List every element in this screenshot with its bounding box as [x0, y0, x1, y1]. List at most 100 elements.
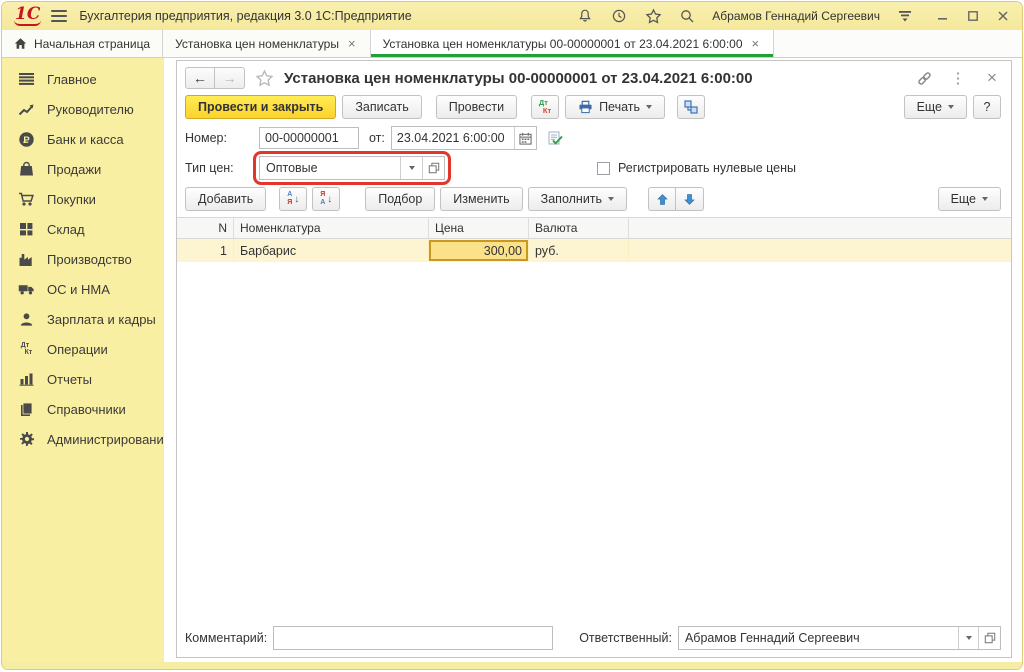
sidebar-item-fixed-assets[interactable]: ОС и НМА — [2, 274, 164, 304]
section-sidebar: Главное Руководителю Р Банк и касса Прод… — [2, 58, 164, 662]
document-posted-icon — [547, 131, 563, 146]
1c-logo-icon: 1С — [14, 6, 41, 26]
sidebar-item-administration[interactable]: Администрирование — [2, 424, 164, 454]
shopping-bag-icon — [18, 161, 35, 178]
history-clock-icon[interactable] — [610, 7, 628, 25]
open-value-icon[interactable] — [422, 157, 444, 179]
favorite-star-icon[interactable] — [255, 69, 274, 88]
sidebar-item-main[interactable]: Главное — [2, 64, 164, 94]
date-input[interactable] — [392, 127, 514, 149]
write-button[interactable]: Записать — [342, 95, 421, 119]
add-row-button[interactable]: Добавить — [185, 187, 266, 211]
factory-icon — [18, 251, 35, 268]
table-empty-area[interactable] — [177, 262, 1011, 622]
cell-currency[interactable]: руб. — [529, 239, 629, 262]
selected-price-cell[interactable]: 300,00 — [429, 240, 528, 261]
sort-descending-button[interactable]: ЯА↓ — [312, 187, 340, 211]
move-up-button[interactable] — [648, 187, 676, 211]
notifications-bell-icon[interactable] — [576, 7, 594, 25]
sidebar-item-salary-hr[interactable]: Зарплата и кадры — [2, 304, 164, 334]
minimize-button[interactable] — [936, 9, 950, 23]
service-settings-icon[interactable] — [896, 7, 914, 25]
post-button[interactable]: Провести — [436, 95, 517, 119]
get-link-icon[interactable] — [915, 69, 933, 87]
dropdown-caret-icon — [646, 105, 652, 109]
forward-button[interactable]: → — [215, 67, 245, 89]
register-zero-prices-label: Регистрировать нулевые цены — [618, 161, 796, 175]
comment-input[interactable] — [273, 626, 553, 650]
print-button[interactable]: Печать — [565, 95, 665, 119]
fill-button[interactable]: Заполнить — [528, 187, 627, 211]
search-icon[interactable] — [678, 7, 696, 25]
printer-icon — [578, 100, 593, 114]
cell-price[interactable]: 300,00 — [429, 239, 529, 262]
register-zero-prices-checkbox[interactable] — [597, 162, 610, 175]
document-structure-button[interactable] — [677, 95, 705, 119]
favorites-star-icon[interactable] — [644, 7, 662, 25]
sidebar-item-operations[interactable]: Дт Кт Операции — [2, 334, 164, 364]
number-input[interactable] — [259, 127, 359, 149]
close-document-icon[interactable]: × — [983, 69, 1001, 87]
back-button[interactable]: ← — [185, 67, 215, 89]
sort-ascending-button[interactable]: АЯ↓ — [279, 187, 307, 211]
truck-icon — [18, 281, 35, 298]
list-more-button[interactable]: Еще — [938, 187, 1001, 211]
sidebar-item-directories[interactable]: Справочники — [2, 394, 164, 424]
sidebar-item-reports[interactable]: Отчеты — [2, 364, 164, 394]
window-bottom-frame — [2, 662, 1022, 669]
tab-close-icon[interactable]: × — [750, 36, 762, 51]
sidebar-item-warehouse[interactable]: Склад — [2, 214, 164, 244]
more-menu-dots-icon[interactable]: ⋮ — [949, 69, 967, 87]
cell-nomenclature[interactable]: Барбарис — [234, 239, 429, 262]
maximize-button[interactable] — [966, 9, 980, 23]
tab-price-setting-document[interactable]: Установка цен номенклатуры 00-00000001 о… — [371, 30, 775, 57]
sidebar-item-label: Справочники — [47, 402, 126, 417]
move-down-button[interactable] — [676, 187, 704, 211]
tab-close-icon[interactable]: × — [346, 36, 358, 51]
calendar-icon[interactable] — [514, 127, 536, 149]
table-row[interactable]: 1 Барбарис 300,00 руб. — [177, 239, 1011, 262]
cell-row-number[interactable]: 1 — [177, 239, 234, 262]
sidebar-item-purchases[interactable]: Покупки — [2, 184, 164, 214]
main-area: ← → Установка цен номенклатуры 00-000000… — [164, 58, 1022, 662]
ruble-circle-icon: Р — [18, 131, 35, 148]
application-window: 1С Бухгалтерия предприятия, редакция 3.0… — [1, 1, 1023, 670]
trend-chart-icon — [18, 101, 35, 118]
form-more-button[interactable]: Еще — [904, 95, 967, 119]
post-and-close-button[interactable]: Провести и закрыть — [185, 95, 336, 119]
date-label: от: — [369, 131, 385, 145]
table-header-row: N Номенклатура Цена Валюта — [177, 217, 1011, 239]
sidebar-item-production[interactable]: Производство — [2, 244, 164, 274]
pick-button[interactable]: Подбор — [365, 187, 435, 211]
tab-label: Начальная страница — [34, 37, 150, 51]
sidebar-item-bank-cash[interactable]: Р Банк и касса — [2, 124, 164, 154]
dtkt-postings-button[interactable]: Дт Кт — [531, 95, 559, 119]
column-header-price[interactable]: Цена — [429, 218, 529, 238]
price-type-combo[interactable]: Оптовые — [260, 157, 400, 179]
tab-label: Установка цен номенклатуры — [175, 37, 339, 51]
sidebar-item-label: Операции — [47, 342, 108, 357]
combo-dropdown-icon[interactable] — [958, 627, 978, 649]
main-menu-icon[interactable] — [51, 10, 67, 22]
tab-home[interactable]: Начальная страница — [2, 30, 163, 57]
bar-chart-icon — [18, 371, 35, 388]
open-value-icon[interactable] — [978, 627, 1000, 649]
dropdown-caret-icon — [948, 105, 954, 109]
comment-label: Комментарий: — [185, 631, 267, 645]
current-user-name[interactable]: Абрамов Геннадий Сергеевич — [712, 9, 880, 23]
combo-dropdown-icon[interactable] — [400, 157, 422, 179]
column-header-nomenclature[interactable]: Номенклатура — [234, 218, 429, 238]
help-button[interactable]: ? — [973, 95, 1001, 119]
column-header-n[interactable]: N — [177, 218, 234, 238]
sidebar-item-label: Продажи — [47, 162, 101, 177]
edit-button[interactable]: Изменить — [440, 187, 522, 211]
sidebar-item-label: Склад — [47, 222, 85, 237]
sidebar-item-manager[interactable]: Руководителю — [2, 94, 164, 124]
sidebar-item-sales[interactable]: Продажи — [2, 154, 164, 184]
column-header-currency[interactable]: Валюта — [529, 218, 629, 238]
responsible-combo[interactable]: Абрамов Геннадий Сергеевич — [679, 627, 958, 649]
close-window-button[interactable] — [996, 9, 1010, 23]
person-icon — [18, 311, 35, 328]
tab-bar: Начальная страница Установка цен номенкл… — [2, 30, 1022, 58]
tab-price-setting-list[interactable]: Установка цен номенклатуры × — [163, 30, 370, 57]
